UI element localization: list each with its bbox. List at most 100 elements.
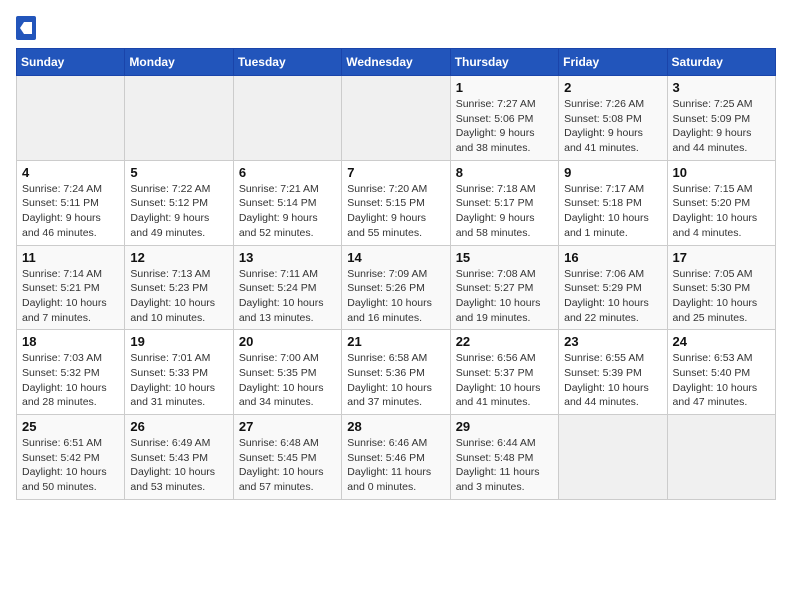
calendar-cell [559,415,667,500]
calendar-cell: 25 Sunrise: 6:51 AM Sunset: 5:42 PM Dayli… [17,415,125,500]
day-info: Sunrise: 7:17 AM Sunset: 5:18 PM Dayligh… [564,182,661,241]
day-number: 18 [22,334,119,349]
calendar-cell: 10 Sunrise: 7:15 AM Sunset: 5:20 PM Dayli… [667,160,775,245]
day-info: Sunrise: 7:06 AM Sunset: 5:29 PM Dayligh… [564,267,661,326]
calendar-cell: 12 Sunrise: 7:13 AM Sunset: 5:23 PM Dayli… [125,245,233,330]
day-number: 24 [673,334,770,349]
calendar-cell: 24 Sunrise: 6:53 AM Sunset: 5:40 PM Dayli… [667,330,775,415]
day-number: 16 [564,250,661,265]
day-number: 12 [130,250,227,265]
calendar-cell: 15 Sunrise: 7:08 AM Sunset: 5:27 PM Dayli… [450,245,558,330]
calendar-cell: 28 Sunrise: 6:46 AM Sunset: 5:46 PM Dayli… [342,415,450,500]
column-header-tuesday: Tuesday [233,49,341,76]
day-number: 3 [673,80,770,95]
calendar-cell [667,415,775,500]
day-number: 10 [673,165,770,180]
calendar-cell: 7 Sunrise: 7:20 AM Sunset: 5:15 PM Daylig… [342,160,450,245]
day-number: 7 [347,165,444,180]
calendar-cell: 27 Sunrise: 6:48 AM Sunset: 5:45 PM Dayli… [233,415,341,500]
calendar-cell: 2 Sunrise: 7:26 AM Sunset: 5:08 PM Daylig… [559,76,667,161]
day-number: 14 [347,250,444,265]
calendar-cell [125,76,233,161]
day-number: 5 [130,165,227,180]
day-info: Sunrise: 7:00 AM Sunset: 5:35 PM Dayligh… [239,351,336,410]
calendar-cell: 17 Sunrise: 7:05 AM Sunset: 5:30 PM Dayli… [667,245,775,330]
day-info: Sunrise: 7:18 AM Sunset: 5:17 PM Dayligh… [456,182,553,241]
day-info: Sunrise: 6:55 AM Sunset: 5:39 PM Dayligh… [564,351,661,410]
day-info: Sunrise: 7:11 AM Sunset: 5:24 PM Dayligh… [239,267,336,326]
day-number: 23 [564,334,661,349]
day-info: Sunrise: 7:25 AM Sunset: 5:09 PM Dayligh… [673,97,770,156]
day-info: Sunrise: 6:58 AM Sunset: 5:36 PM Dayligh… [347,351,444,410]
day-info: Sunrise: 7:05 AM Sunset: 5:30 PM Dayligh… [673,267,770,326]
calendar-cell [17,76,125,161]
day-number: 13 [239,250,336,265]
column-header-sunday: Sunday [17,49,125,76]
day-number: 27 [239,419,336,434]
day-info: Sunrise: 7:13 AM Sunset: 5:23 PM Dayligh… [130,267,227,326]
day-info: Sunrise: 7:09 AM Sunset: 5:26 PM Dayligh… [347,267,444,326]
calendar-cell: 19 Sunrise: 7:01 AM Sunset: 5:33 PM Dayli… [125,330,233,415]
day-number: 29 [456,419,553,434]
logo [16,16,40,40]
column-header-monday: Monday [125,49,233,76]
day-number: 4 [22,165,119,180]
day-info: Sunrise: 7:08 AM Sunset: 5:27 PM Dayligh… [456,267,553,326]
day-number: 2 [564,80,661,95]
day-number: 19 [130,334,227,349]
day-info: Sunrise: 7:22 AM Sunset: 5:12 PM Dayligh… [130,182,227,241]
calendar-cell: 5 Sunrise: 7:22 AM Sunset: 5:12 PM Daylig… [125,160,233,245]
calendar-cell: 9 Sunrise: 7:17 AM Sunset: 5:18 PM Daylig… [559,160,667,245]
day-number: 8 [456,165,553,180]
day-info: Sunrise: 6:49 AM Sunset: 5:43 PM Dayligh… [130,436,227,495]
day-number: 25 [22,419,119,434]
calendar-cell: 4 Sunrise: 7:24 AM Sunset: 5:11 PM Daylig… [17,160,125,245]
calendar-cell: 26 Sunrise: 6:49 AM Sunset: 5:43 PM Dayli… [125,415,233,500]
calendar-cell: 16 Sunrise: 7:06 AM Sunset: 5:29 PM Dayli… [559,245,667,330]
calendar-cell: 22 Sunrise: 6:56 AM Sunset: 5:37 PM Dayli… [450,330,558,415]
calendar-cell [233,76,341,161]
page-header [16,16,776,40]
day-info: Sunrise: 7:15 AM Sunset: 5:20 PM Dayligh… [673,182,770,241]
calendar-cell: 6 Sunrise: 7:21 AM Sunset: 5:14 PM Daylig… [233,160,341,245]
day-info: Sunrise: 6:56 AM Sunset: 5:37 PM Dayligh… [456,351,553,410]
column-header-friday: Friday [559,49,667,76]
day-number: 21 [347,334,444,349]
day-number: 9 [564,165,661,180]
day-info: Sunrise: 7:26 AM Sunset: 5:08 PM Dayligh… [564,97,661,156]
day-number: 1 [456,80,553,95]
calendar-cell: 18 Sunrise: 7:03 AM Sunset: 5:32 PM Dayli… [17,330,125,415]
day-info: Sunrise: 6:51 AM Sunset: 5:42 PM Dayligh… [22,436,119,495]
day-number: 22 [456,334,553,349]
day-info: Sunrise: 7:03 AM Sunset: 5:32 PM Dayligh… [22,351,119,410]
calendar-cell: 3 Sunrise: 7:25 AM Sunset: 5:09 PM Daylig… [667,76,775,161]
day-info: Sunrise: 7:20 AM Sunset: 5:15 PM Dayligh… [347,182,444,241]
calendar-cell: 20 Sunrise: 7:00 AM Sunset: 5:35 PM Dayli… [233,330,341,415]
day-info: Sunrise: 7:01 AM Sunset: 5:33 PM Dayligh… [130,351,227,410]
calendar-cell: 14 Sunrise: 7:09 AM Sunset: 5:26 PM Dayli… [342,245,450,330]
day-number: 17 [673,250,770,265]
column-header-saturday: Saturday [667,49,775,76]
day-info: Sunrise: 6:46 AM Sunset: 5:46 PM Dayligh… [347,436,444,495]
day-info: Sunrise: 7:27 AM Sunset: 5:06 PM Dayligh… [456,97,553,156]
column-header-wednesday: Wednesday [342,49,450,76]
day-info: Sunrise: 7:24 AM Sunset: 5:11 PM Dayligh… [22,182,119,241]
day-number: 6 [239,165,336,180]
day-info: Sunrise: 6:48 AM Sunset: 5:45 PM Dayligh… [239,436,336,495]
day-info: Sunrise: 6:53 AM Sunset: 5:40 PM Dayligh… [673,351,770,410]
calendar-cell: 8 Sunrise: 7:18 AM Sunset: 5:17 PM Daylig… [450,160,558,245]
calendar-cell: 11Sunrise: 7:14 AM Sunset: 5:21 PM Dayli… [17,245,125,330]
column-header-thursday: Thursday [450,49,558,76]
day-info: Sunrise: 7:21 AM Sunset: 5:14 PM Dayligh… [239,182,336,241]
day-info: Sunrise: 6:44 AM Sunset: 5:48 PM Dayligh… [456,436,553,495]
calendar-cell: 1 Sunrise: 7:27 AM Sunset: 5:06 PM Daylig… [450,76,558,161]
day-number: 28 [347,419,444,434]
calendar-cell: 21 Sunrise: 6:58 AM Sunset: 5:36 PM Dayli… [342,330,450,415]
calendar-cell: 29 Sunrise: 6:44 AM Sunset: 5:48 PM Dayli… [450,415,558,500]
calendar-cell [342,76,450,161]
day-number: 15 [456,250,553,265]
day-number: 20 [239,334,336,349]
logo-icon [16,16,36,40]
day-number: 26 [130,419,227,434]
day-info: Sunrise: 7:14 AM Sunset: 5:21 PM Dayligh… [22,267,119,326]
